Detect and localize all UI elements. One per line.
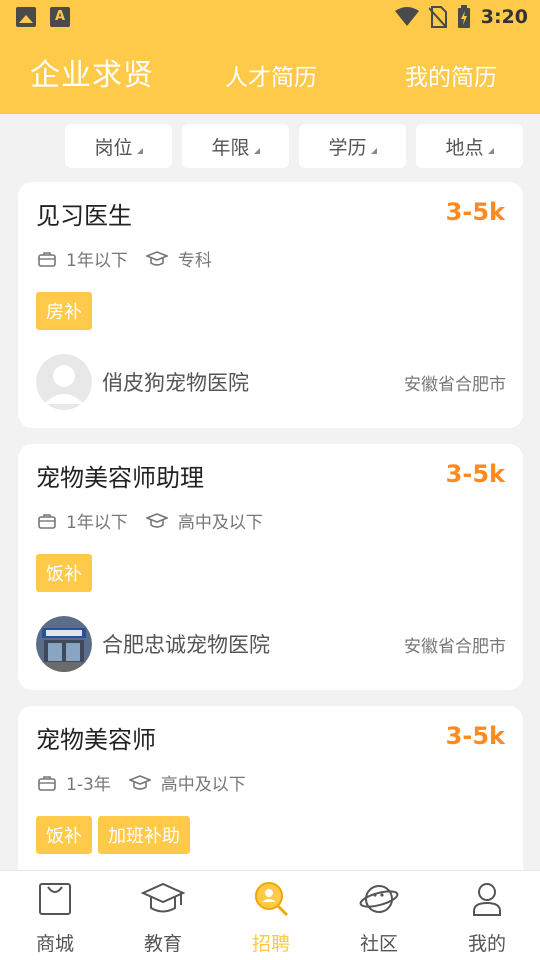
- clock: 3:20: [480, 6, 528, 28]
- benefit-tag: 房补: [36, 292, 92, 330]
- shopping-bag-icon: [39, 883, 71, 915]
- experience-text: 1-3年: [66, 775, 111, 795]
- graduation-cap-icon: [145, 512, 168, 528]
- status-bar: A 3:20: [0, 0, 540, 36]
- graduation-cap-icon: [140, 882, 186, 913]
- salary: 3-5k: [445, 460, 505, 488]
- company-row[interactable]: 俏皮狗宠物医院 安徽省合肥市: [36, 354, 506, 410]
- company-location: 安徽省合肥市: [404, 637, 506, 657]
- education-text: 高中及以下: [177, 513, 263, 533]
- job-card[interactable]: 见习医生 3-5k 1年以下 专科 房补 俏皮狗宠物医院 安徽省合肥市: [18, 182, 523, 428]
- tab-label: 教育: [143, 933, 182, 955]
- filter-location[interactable]: 地点: [416, 124, 523, 168]
- graduation-cap-icon: [145, 250, 168, 266]
- page-title: 企业求贤: [30, 58, 154, 93]
- company-name: 俏皮狗宠物医院: [102, 371, 249, 395]
- storefront-photo: [36, 616, 92, 672]
- dropdown-triangle-icon: [253, 148, 260, 154]
- recruit-search-icon: [255, 882, 289, 917]
- filter-experience[interactable]: 年限: [182, 124, 289, 168]
- company-row[interactable]: 合肥忠诚宠物医院 安徽省合肥市: [36, 616, 506, 672]
- wifi-icon: [394, 7, 419, 26]
- tab-recruit[interactable]: 招聘: [217, 881, 325, 956]
- filter-label: 地点: [445, 136, 484, 159]
- user-icon: [473, 883, 501, 916]
- no-sim-icon: [428, 6, 447, 28]
- benefit-tag: 饭补: [36, 816, 92, 854]
- app-notification-icon: A: [50, 7, 70, 27]
- tab-talent-resumes[interactable]: 人才简历: [225, 58, 317, 92]
- company-location: 安徽省合肥市: [404, 375, 506, 395]
- job-card[interactable]: 宠物美容师助理 3-5k 1年以下 高中及以下 饭补 合肥忠诚宠物医院 安徽省合…: [18, 444, 523, 690]
- salary: 3-5k: [445, 198, 505, 226]
- benefit-tag: 加班补助: [98, 816, 190, 854]
- app-header: 企业求贤 人才简历 我的简历: [0, 36, 540, 114]
- briefcase-icon: [38, 251, 56, 267]
- benefit-tag: 饭补: [36, 554, 92, 592]
- dropdown-triangle-icon: [487, 148, 494, 154]
- briefcase-icon: [38, 513, 56, 529]
- salary: 3-5k: [445, 722, 505, 750]
- tab-mall[interactable]: 商城: [1, 881, 109, 956]
- job-meta: 1-3年 高中及以下: [38, 770, 246, 795]
- battery-charging-icon: [457, 5, 470, 28]
- education-text: 专科: [177, 251, 212, 271]
- dropdown-triangle-icon: [136, 148, 143, 154]
- filter-education[interactable]: 学历: [299, 124, 406, 168]
- graduation-cap-icon: [128, 774, 151, 790]
- briefcase-icon: [38, 775, 56, 791]
- image-notification-icon: [16, 7, 36, 27]
- dropdown-triangle-icon: [370, 148, 377, 154]
- filter-position[interactable]: 岗位: [65, 124, 172, 168]
- planet-icon: [359, 885, 399, 913]
- tab-label: 招聘: [251, 933, 290, 955]
- tab-label: 我的: [467, 933, 506, 955]
- tab-my-resume[interactable]: 我的简历: [405, 58, 497, 92]
- filter-label: 岗位: [94, 136, 133, 159]
- job-meta: 1年以下 专科: [38, 246, 212, 271]
- tab-community[interactable]: 社区: [325, 881, 433, 956]
- tab-education[interactable]: 教育: [109, 881, 217, 956]
- job-title: 见习医生: [36, 202, 132, 230]
- benefit-tags: 房补: [36, 292, 92, 330]
- education-text: 高中及以下: [160, 775, 246, 795]
- job-title: 宠物美容师助理: [36, 464, 204, 492]
- experience-text: 1年以下: [66, 513, 128, 533]
- bottom-tab-bar: 商城 教育 招聘 社区 我的: [0, 870, 540, 960]
- benefit-tags: 饭补: [36, 554, 92, 592]
- tab-mine[interactable]: 我的: [433, 881, 540, 956]
- tab-label: 社区: [359, 933, 398, 955]
- job-title: 宠物美容师: [36, 726, 156, 754]
- experience-text: 1年以下: [66, 251, 128, 271]
- company-name: 合肥忠诚宠物医院: [102, 633, 270, 657]
- job-meta: 1年以下 高中及以下: [38, 508, 263, 533]
- filter-bar: 岗位 年限 学历 地点: [0, 114, 540, 180]
- filter-label: 年限: [211, 136, 250, 159]
- tab-label: 商城: [35, 933, 74, 955]
- benefit-tags: 饭补 加班补助: [36, 816, 190, 854]
- filter-label: 学历: [328, 136, 367, 159]
- default-avatar: [36, 354, 92, 410]
